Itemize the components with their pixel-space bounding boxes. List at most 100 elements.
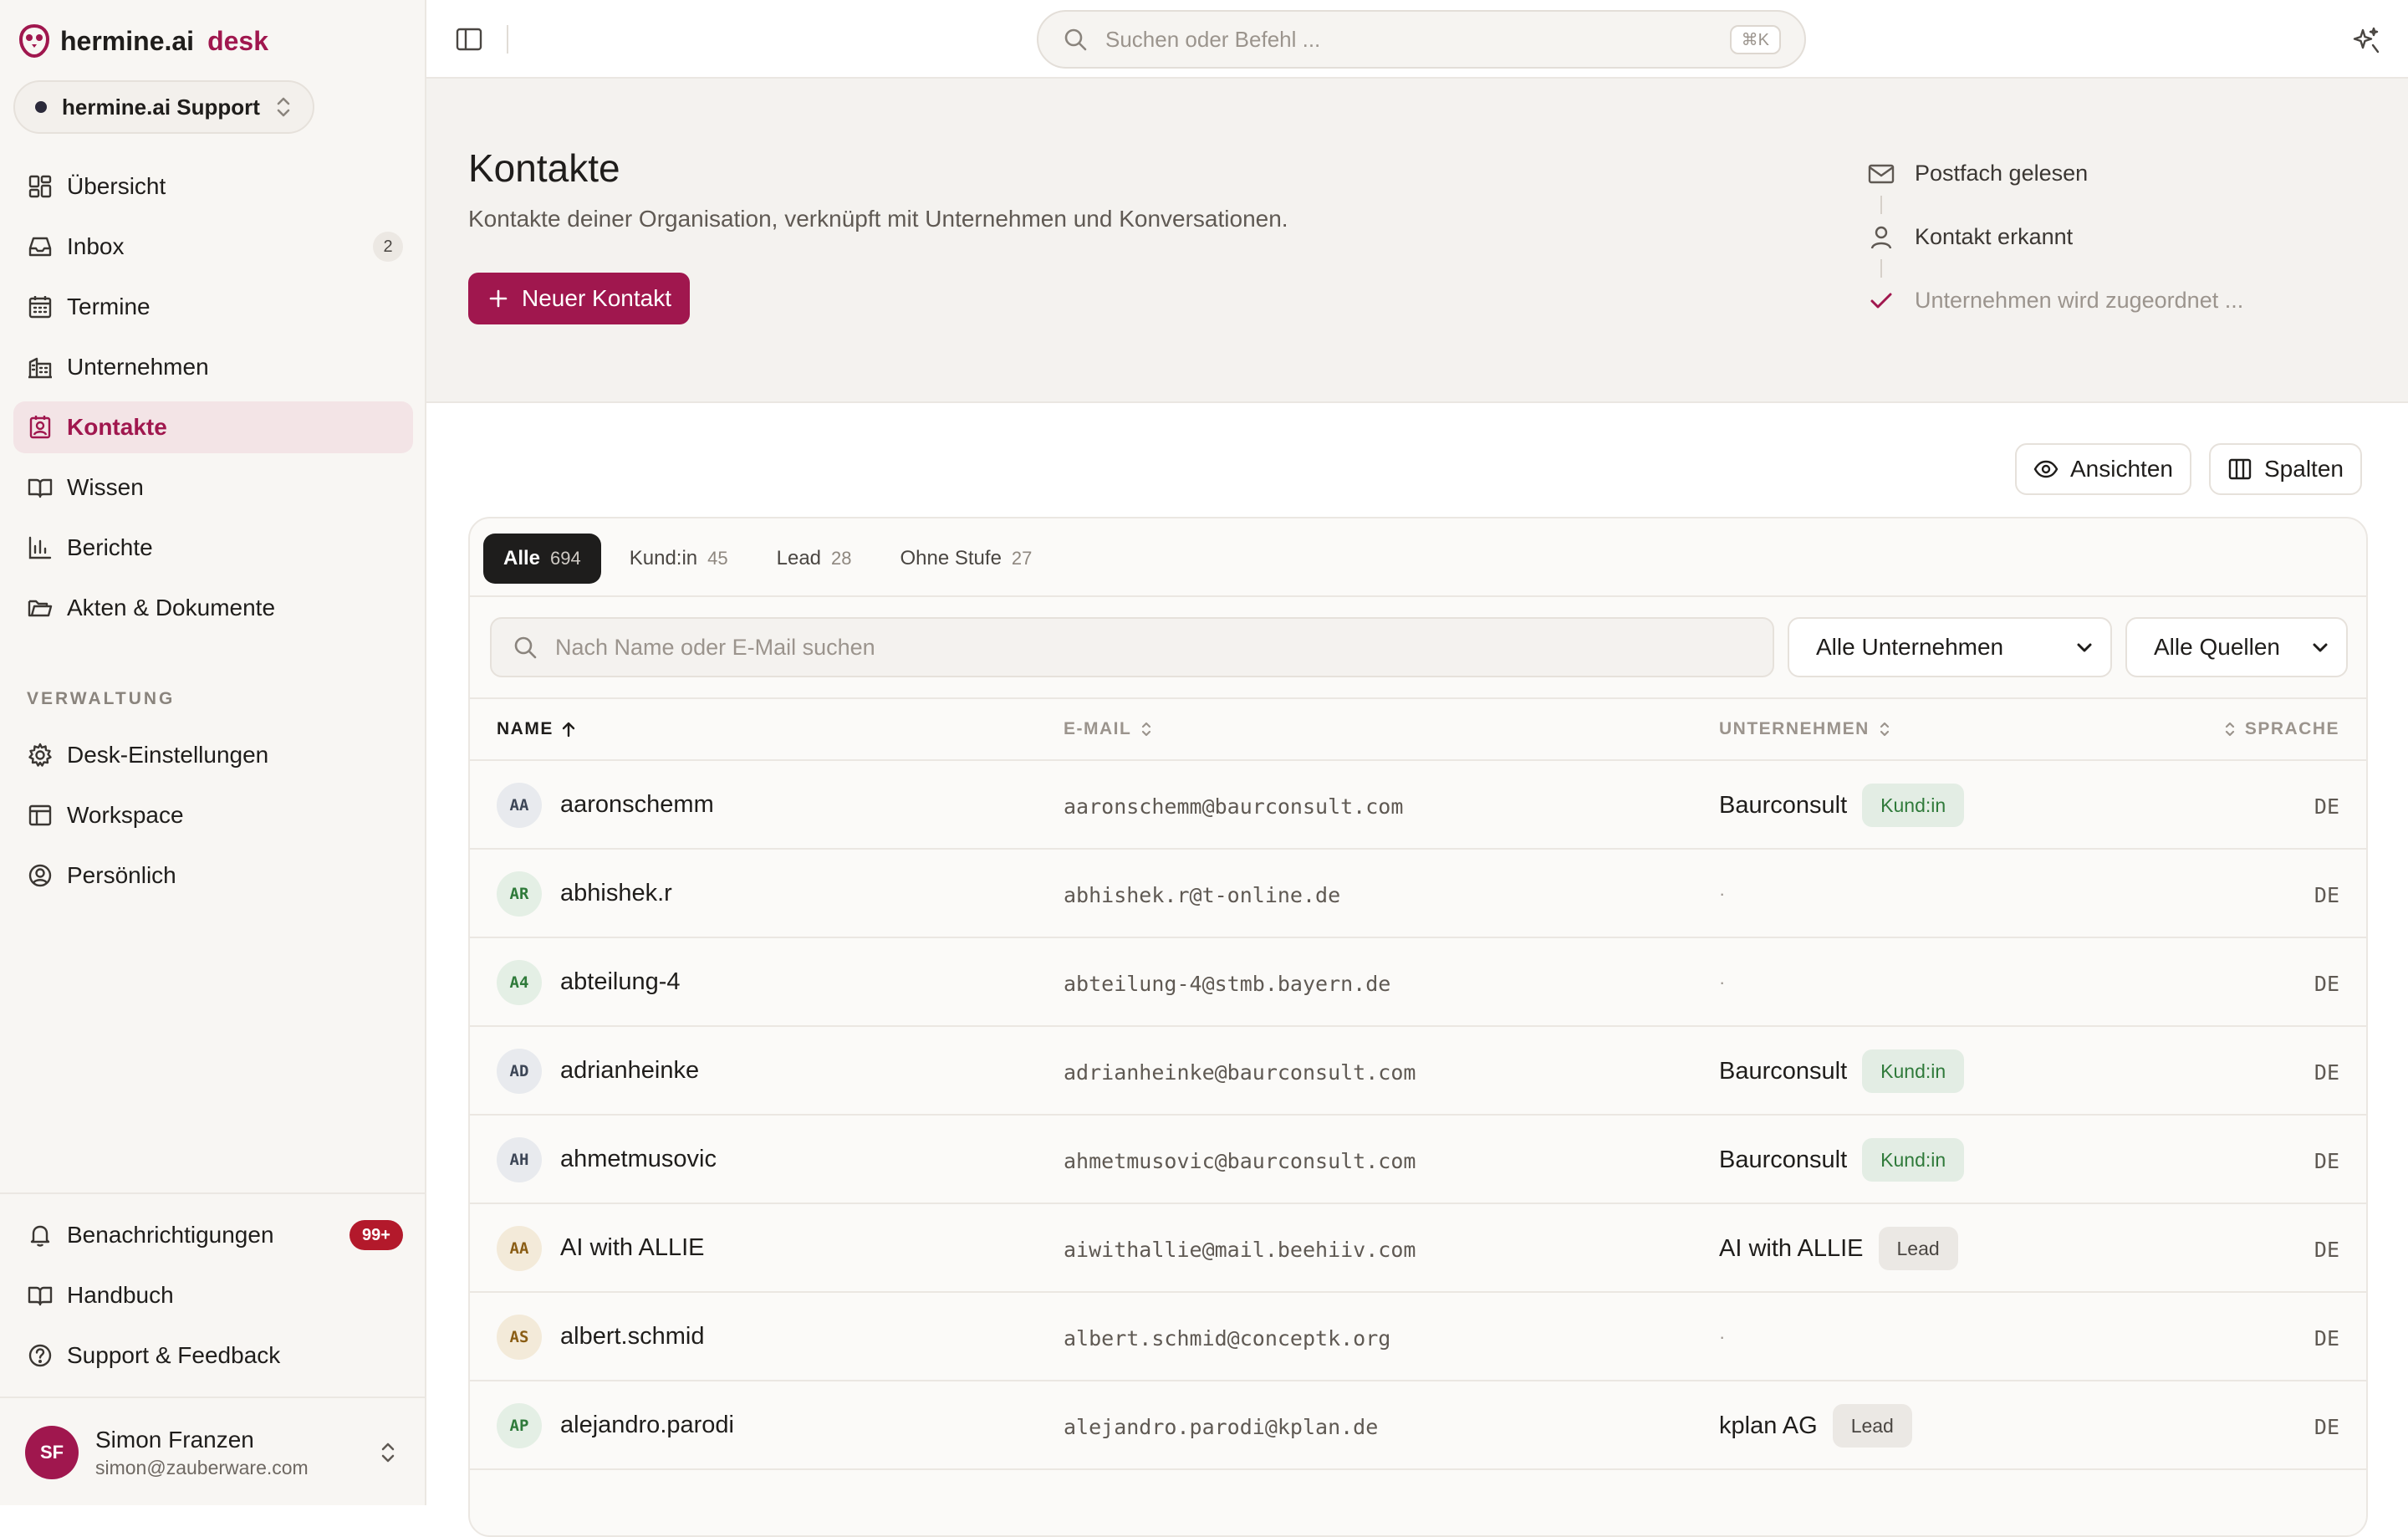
contact-company: ·	[1719, 960, 1725, 1005]
company-name[interactable]: Baurconsult	[1719, 792, 1847, 820]
new-contact-label: Neuer Kontakt	[522, 285, 671, 311]
nav-item-inbox[interactable]: Inbox 2	[13, 221, 413, 273]
nav-item-wissen[interactable]: Wissen	[13, 462, 413, 513]
timeline-step: Kontakt erkannt	[1866, 222, 2243, 286]
tab-count: 27	[1011, 548, 1033, 569]
tab-label: Alle	[503, 547, 541, 569]
sidebar-toggle-icon[interactable]	[455, 25, 483, 54]
nav-item-berichte[interactable]: Berichte	[13, 522, 413, 574]
table-header: NAME E-MAIL UNTERNEHMEN SPRACHE	[470, 697, 2366, 761]
workspace-status-dot	[35, 101, 47, 113]
contact-name[interactable]: AI with ALLIE	[560, 1234, 705, 1262]
contact-name[interactable]: albert.schmid	[560, 1323, 704, 1351]
column-header-email[interactable]: E-MAIL	[1064, 719, 1155, 739]
contact-company: Baurconsult Kund:in	[1719, 783, 1965, 828]
contact-name[interactable]: adrianheinke	[560, 1057, 699, 1085]
contact-company: ·	[1719, 1315, 1725, 1360]
brand[interactable]: hermine.ai desk	[18, 22, 268, 60]
nav-item-benachrichtigungen[interactable]: Benachrichtigungen 99+	[13, 1209, 413, 1261]
sort-icon	[1142, 722, 1151, 737]
tab-lead[interactable]: Lead 28	[757, 534, 872, 584]
timeline-label: Postfach gelesen	[1915, 161, 2089, 186]
tab-label: Kund:in	[629, 547, 698, 569]
sort-icon	[2225, 722, 2234, 737]
workspace-switcher[interactable]: hermine.ai Support	[13, 80, 314, 134]
nav-item-kontakte[interactable]: Kontakte	[13, 401, 413, 453]
table-row[interactable]: AP alejandro.parodi alejandro.parodi@kplan…	[470, 1381, 2366, 1470]
command-search[interactable]: Suchen oder Befehl ... ⌘K	[1037, 10, 1806, 69]
table-row[interactable]: AS albert.schmid albert.schmid@conceptk.or…	[470, 1293, 2366, 1381]
company-name[interactable]: Baurconsult	[1719, 1058, 1847, 1085]
nav-item-label: Handbuch	[67, 1282, 174, 1308]
nav-item-akten[interactable]: Akten & Dokumente	[13, 582, 413, 634]
tab-kundin[interactable]: Kund:in 45	[610, 534, 748, 584]
user-menu[interactable]: SF Simon Franzen simon@zauberware.com	[25, 1422, 410, 1483]
user-name: Simon Franzen	[95, 1426, 254, 1453]
table-row[interactable]: A4 abteilung-4 abteilung-4@stmb.bayern.de ·…	[470, 938, 2366, 1027]
brand-product: desk	[207, 25, 268, 56]
contact-language: DE	[2314, 794, 2339, 819]
column-header-language[interactable]: SPRACHE	[2222, 719, 2339, 739]
table-row[interactable]: AH ahmetmusovic ahmetmusovic@baurconsult.c…	[470, 1116, 2366, 1204]
tab-label: Ohne Stufe	[900, 547, 1002, 569]
nav-item-label: Akten & Dokumente	[67, 595, 276, 620]
contact-name[interactable]: abhishek.r	[560, 880, 672, 907]
table-row[interactable]: AA AI with ALLIE aiwithallie@mail.beehiiv.…	[470, 1204, 2366, 1293]
new-contact-button[interactable]: Neuer Kontakt	[468, 273, 690, 324]
source-filter-select[interactable]: Alle Quellen	[2125, 617, 2348, 677]
contact-language: DE	[2314, 883, 2339, 907]
nav-item-termine[interactable]: Termine	[13, 281, 413, 333]
contact-name[interactable]: ahmetmusovic	[560, 1146, 717, 1173]
company-name[interactable]: kplan AG	[1719, 1412, 1818, 1440]
column-header-label: SPRACHE	[2244, 719, 2339, 738]
gear-icon	[28, 743, 52, 767]
company-name[interactable]: AI with ALLIE	[1719, 1235, 1864, 1263]
contact-name[interactable]: abteilung-4	[560, 968, 681, 996]
bar-chart-icon	[28, 536, 52, 559]
source-filter-value: Alle Quellen	[2154, 634, 2280, 660]
ai-sparkle-icon[interactable]	[2351, 25, 2381, 55]
stage-badge: Lead	[1832, 1404, 1912, 1448]
chevron-up-down-icon	[277, 97, 290, 117]
table-row[interactable]: AA aaronschemm aaronschemm@baurconsult.com…	[470, 761, 2366, 850]
contact-avatar: AH	[497, 1137, 542, 1182]
stage-badge: Kund:in	[1862, 784, 1965, 827]
page-subtitle: Kontakte deiner Organisation, verknüpft …	[468, 206, 1288, 232]
nav-item-workspace[interactable]: Workspace	[13, 789, 413, 841]
timeline-label: Kontakt erkannt	[1915, 224, 2074, 249]
contact-language: DE	[2314, 1326, 2339, 1351]
tab-count: 694	[550, 548, 581, 569]
tab-alle[interactable]: Alle 694	[483, 534, 601, 584]
nav-item-label: Desk-Einstellungen	[67, 742, 269, 768]
table-row[interactable]: AD adrianheinke adrianheinke@baurconsult.c…	[470, 1027, 2366, 1116]
nav-item-label: Persönlich	[67, 862, 176, 888]
contact-name[interactable]: alejandro.parodi	[560, 1412, 734, 1439]
columns-button[interactable]: Spalten	[2209, 443, 2362, 495]
tab-ohne-stufe[interactable]: Ohne Stufe 27	[880, 534, 1053, 584]
nav-item-handbuch[interactable]: Handbuch	[13, 1269, 413, 1321]
nav-item-desk-einstellungen[interactable]: Desk-Einstellungen	[13, 729, 413, 781]
arrow-up-icon	[562, 722, 575, 738]
user-email: simon@zauberware.com	[95, 1456, 309, 1478]
column-header-company[interactable]: UNTERNEHMEN	[1719, 719, 1893, 739]
contact-email: aiwithallie@mail.beehiiv.com	[1064, 1238, 1416, 1262]
contact-avatar: AP	[497, 1403, 542, 1448]
table-row[interactable]: AR abhishek.r abhishek.r@t-online.de · DE	[470, 850, 2366, 938]
nav-item-label: Übersicht	[67, 173, 166, 199]
contact-avatar: AA	[497, 1226, 542, 1271]
contact-search-input[interactable]: Nach Name oder E-Mail suchen	[490, 617, 1774, 677]
column-header-name[interactable]: NAME	[497, 719, 577, 739]
views-button[interactable]: Ansichten	[2015, 443, 2191, 495]
topbar: Suchen oder Befehl ... ⌘K	[426, 0, 2408, 79]
search-icon	[1064, 28, 1087, 51]
nav-item-unternehmen[interactable]: Unternehmen	[13, 341, 413, 393]
sidebar-divider	[0, 1397, 425, 1398]
company-name[interactable]: Baurconsult	[1719, 1146, 1847, 1174]
app: hermine.ai desk hermine.ai Support Übers…	[0, 0, 2408, 1537]
nav-item-uebersicht[interactable]: Übersicht	[13, 161, 413, 212]
nav-item-support[interactable]: Support & Feedback	[13, 1330, 413, 1381]
empty-company-placeholder: ·	[1719, 1326, 1726, 1347]
contact-name[interactable]: aaronschemm	[560, 791, 714, 819]
company-filter-select[interactable]: Alle Unternehmen	[1788, 617, 2112, 677]
nav-item-persoenlich[interactable]: Persönlich	[13, 850, 413, 901]
